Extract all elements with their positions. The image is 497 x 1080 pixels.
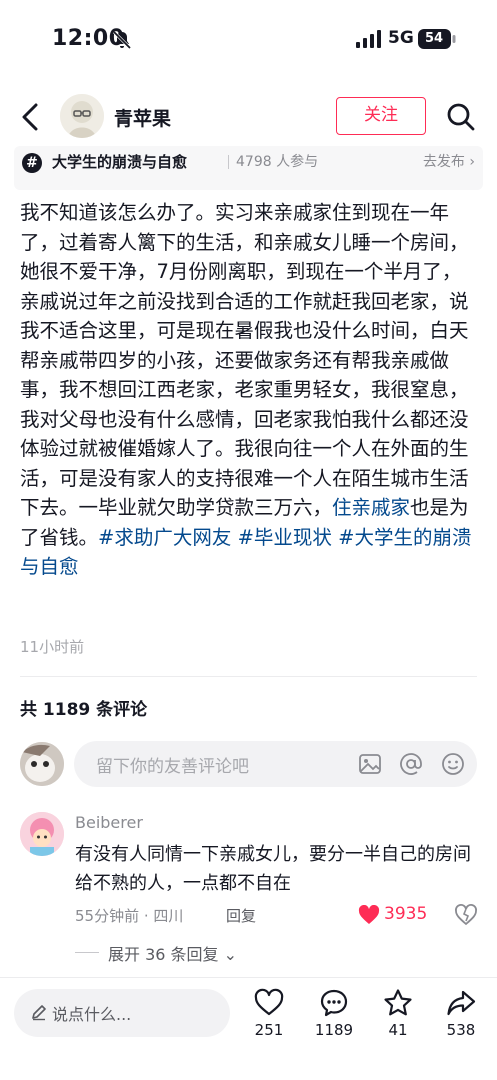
status-bar: 12:00 5G 54 bbox=[0, 0, 497, 80]
commenter-name[interactable]: Beiberer bbox=[75, 813, 143, 832]
like-count: 251 bbox=[254, 1021, 284, 1039]
commenter-avatar[interactable] bbox=[20, 812, 64, 856]
comment-button[interactable]: 1189 bbox=[306, 988, 362, 1039]
emoji-icon[interactable] bbox=[441, 752, 465, 776]
star-icon bbox=[384, 989, 412, 1016]
author-avatar[interactable] bbox=[60, 94, 104, 138]
search-icon[interactable] bbox=[446, 102, 476, 132]
topic-title: 大学生的崩溃与自愈 bbox=[52, 153, 188, 171]
commenter-avatar-image bbox=[20, 812, 64, 856]
divider bbox=[20, 676, 477, 677]
bottom-action-bar: 说点什么... 251 1189 41 538 bbox=[0, 977, 497, 1080]
topic-separator bbox=[228, 155, 229, 169]
network-type: 5G bbox=[388, 28, 414, 48]
image-icon[interactable] bbox=[358, 752, 382, 776]
say-something-placeholder: 说点什么... bbox=[52, 1005, 132, 1024]
comment-like-count: 3935 bbox=[384, 904, 428, 924]
author-avatar-image bbox=[60, 94, 104, 138]
bell-off-icon bbox=[112, 30, 132, 50]
favorite-count: 41 bbox=[388, 1021, 408, 1039]
my-avatar-image bbox=[20, 742, 64, 786]
heart-filled-icon[interactable] bbox=[358, 905, 380, 925]
post-inline-link[interactable]: 住亲戚家 bbox=[332, 496, 410, 519]
author-name[interactable]: 青苹果 bbox=[114, 104, 171, 131]
comment-bubble-icon bbox=[320, 989, 348, 1017]
heart-icon bbox=[254, 988, 284, 1016]
comment-meta: 55分钟前 · 四川 bbox=[75, 907, 184, 925]
topic-participants: 4798 人参与 bbox=[236, 154, 319, 170]
my-avatar[interactable] bbox=[20, 742, 64, 786]
share-arrow-icon bbox=[447, 990, 476, 1016]
follow-button[interactable]: 关注 bbox=[336, 97, 426, 135]
topic-publish-label: 去发布 bbox=[422, 154, 465, 170]
comment-input-placeholder: 留下你的友善评论吧 bbox=[96, 757, 249, 777]
say-something-input[interactable]: 说点什么... bbox=[14, 989, 230, 1037]
share-button[interactable]: 538 bbox=[433, 988, 489, 1039]
topic-publish-link[interactable]: 去发布 › bbox=[423, 150, 475, 174]
comment-count-bottom: 1189 bbox=[314, 1021, 354, 1039]
post-body: 我不知道该怎么办了。实习来亲戚家住到现在一年了，过着寄人篱下的生活，和亲戚女儿睡… bbox=[20, 198, 480, 582]
favorite-button[interactable]: 41 bbox=[370, 988, 426, 1039]
comment-input[interactable]: 留下你的友善评论吧 bbox=[74, 741, 477, 787]
pencil-icon bbox=[32, 1005, 46, 1021]
comment-text: 有没有人同情一下亲戚女儿，要分一半自己的房间给不熟的人，一点都不自在 bbox=[75, 844, 471, 894]
post-text: 我不知道该怎么办了。实习来亲戚家住到现在一年了，过着寄人篱下的生活，和亲戚女儿睡… bbox=[20, 201, 469, 519]
post-tag[interactable]: #毕业现状 bbox=[238, 526, 332, 549]
topic-bar[interactable]: # 大学生的崩溃与自愈 4798 人参与 去发布 › bbox=[14, 146, 483, 190]
battery-level: 54 bbox=[424, 31, 444, 46]
share-count: 538 bbox=[446, 1021, 476, 1039]
broken-heart-icon[interactable] bbox=[454, 903, 478, 927]
post-tag[interactable]: #求助广大网友 bbox=[98, 526, 231, 549]
post-header: 青苹果 关注 bbox=[0, 88, 497, 148]
comment-count: 共 1189 条评论 bbox=[20, 700, 148, 720]
post-time: 11小时前 bbox=[20, 638, 85, 656]
mention-icon[interactable] bbox=[399, 752, 423, 776]
expand-replies-line bbox=[75, 952, 99, 953]
expand-replies-label: 展开 36 条回复 bbox=[108, 945, 219, 964]
cellular-signal-icon bbox=[356, 30, 381, 48]
comment-reply-button[interactable]: 回复 bbox=[226, 905, 256, 926]
expand-replies-button[interactable]: 展开 36 条回复 ⌄ bbox=[108, 941, 237, 965]
back-arrow-icon[interactable] bbox=[18, 102, 42, 132]
topic-hash-icon: # bbox=[22, 153, 42, 173]
like-button[interactable]: 251 bbox=[241, 988, 297, 1039]
